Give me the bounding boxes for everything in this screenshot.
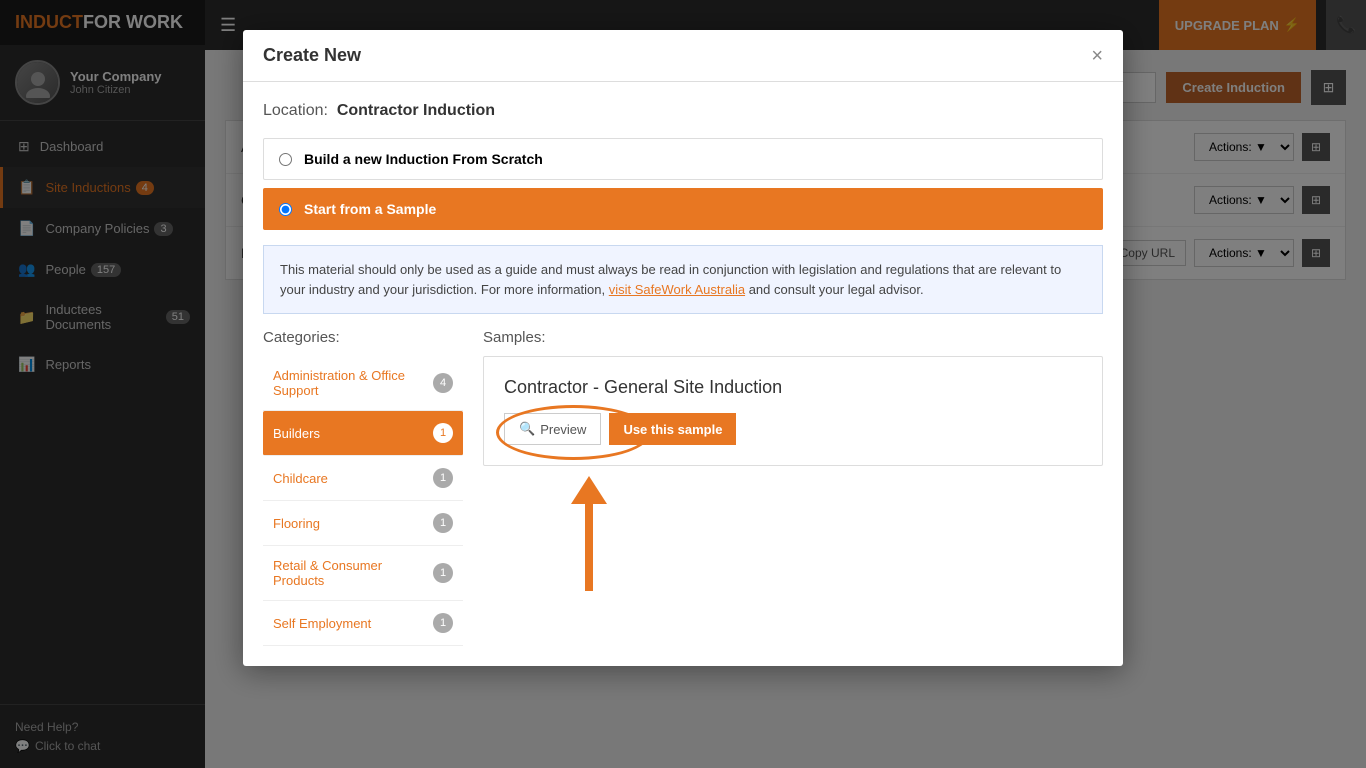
start-sample-option[interactable]: Start from a Sample: [263, 188, 1103, 230]
preview-label: Preview: [540, 422, 586, 437]
category-badge: 1: [433, 468, 453, 488]
sample-title: Contractor - General Site Induction: [504, 377, 1082, 398]
main-content: ☰ UPGRADE PLAN ⚡ 📞 Active Inactive All C…: [205, 0, 1366, 768]
location-name: Contractor Induction: [337, 102, 495, 119]
sample-card: Contractor - General Site Induction 🔍 Pr…: [483, 356, 1103, 466]
category-badge: 1: [433, 423, 453, 443]
sample-buttons: 🔍 Preview Use this sample: [504, 413, 1082, 445]
category-label: Builders: [273, 426, 320, 441]
modal-header: Create New ×: [243, 30, 1123, 82]
samples-panel: Samples: Contractor - General Site Induc…: [483, 329, 1103, 646]
preview-button[interactable]: 🔍 Preview: [504, 413, 601, 445]
use-sample-button[interactable]: Use this sample: [609, 413, 736, 445]
create-new-modal: Create New × Location: Contractor Induct…: [243, 30, 1123, 666]
modal-close-button[interactable]: ×: [1091, 46, 1103, 66]
samples-label: Samples:: [483, 329, 1103, 346]
category-badge: 1: [433, 613, 453, 633]
scratch-radio[interactable]: [279, 153, 292, 166]
modal-title: Create New: [263, 45, 361, 66]
category-label: Self Employment: [273, 616, 371, 631]
category-badge: 1: [433, 563, 453, 583]
location-prefix: Location:: [263, 102, 328, 119]
category-item-self-employment[interactable]: Self Employment 1: [263, 601, 463, 646]
category-badge: 4: [433, 373, 453, 393]
category-label: Retail & Consumer Products: [273, 558, 433, 588]
info-box: This material should only be used as a g…: [263, 245, 1103, 314]
arrow-annotation: [569, 478, 609, 606]
category-label: Flooring: [273, 516, 320, 531]
category-item-admin[interactable]: Administration & Office Support 4: [263, 356, 463, 411]
search-icon: 🔍: [519, 421, 535, 437]
arrow-head: [571, 476, 607, 504]
categories-label: Categories:: [263, 329, 463, 346]
category-item-childcare[interactable]: Childcare 1: [263, 456, 463, 501]
safework-link[interactable]: visit SafeWork Australia: [609, 282, 745, 297]
category-item-builders[interactable]: Builders 1: [263, 411, 463, 456]
modal-body: Location: Contractor Induction Build a n…: [243, 82, 1123, 666]
scratch-label: Build a new Induction From Scratch: [304, 151, 543, 167]
category-label: Childcare: [273, 471, 328, 486]
category-item-flooring[interactable]: Flooring 1: [263, 501, 463, 546]
category-badge: 1: [433, 513, 453, 533]
info-text2: and consult your legal advisor.: [749, 282, 924, 297]
build-scratch-option[interactable]: Build a new Induction From Scratch: [263, 138, 1103, 180]
modal-location: Location: Contractor Induction: [263, 102, 1103, 120]
sample-radio[interactable]: [279, 203, 292, 216]
sample-label: Start from a Sample: [304, 201, 436, 217]
categories-samples-section: Categories: Administration & Office Supp…: [263, 329, 1103, 646]
categories-panel: Categories: Administration & Office Supp…: [263, 329, 463, 646]
arrow-shaft: [585, 491, 593, 591]
category-label: Administration & Office Support: [273, 368, 433, 398]
modal-overlay[interactable]: Create New × Location: Contractor Induct…: [0, 0, 1366, 768]
category-item-retail[interactable]: Retail & Consumer Products 1: [263, 546, 463, 601]
